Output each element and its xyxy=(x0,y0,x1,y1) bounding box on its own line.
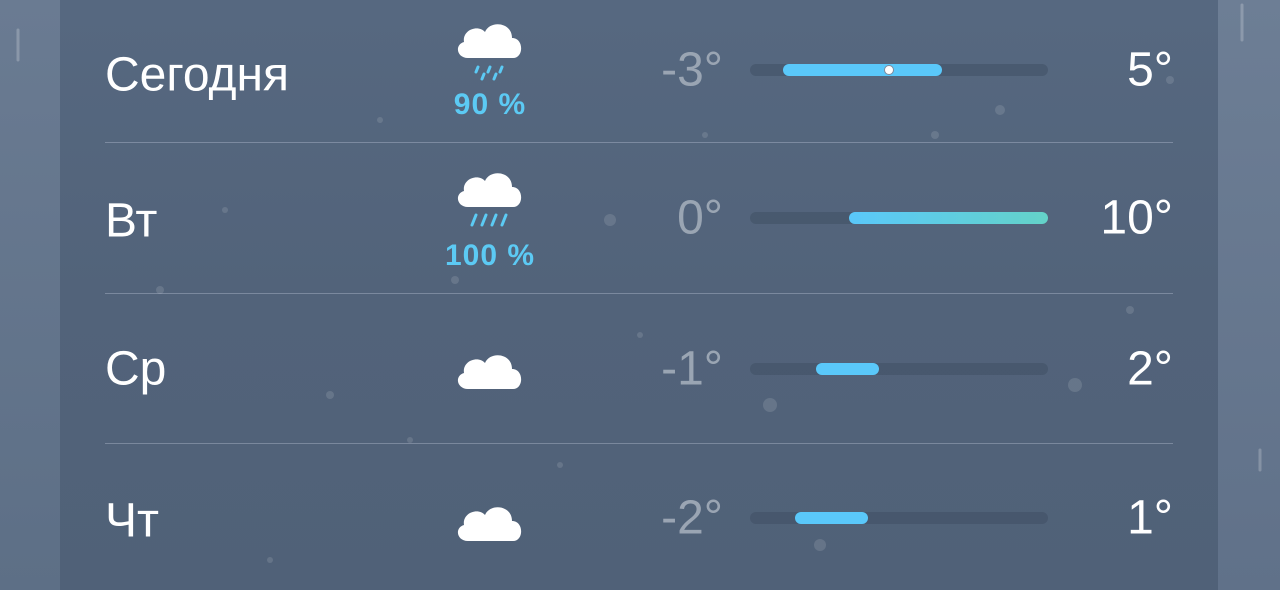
temperature-range-bar xyxy=(750,512,1048,524)
day-label: Ср xyxy=(105,342,167,396)
cloud-rain-icon xyxy=(450,12,530,81)
cloud-icon xyxy=(450,341,530,391)
low-temperature: -1° xyxy=(661,342,723,396)
cloud-icon xyxy=(450,493,530,543)
temperature-range-bar xyxy=(750,212,1048,224)
temperature-range-fill xyxy=(795,512,868,524)
forecast-row[interactable]: Сегодня 90 % -3° 5° xyxy=(105,0,1173,150)
high-temperature: 2° xyxy=(1127,342,1173,396)
day-label: Чт xyxy=(105,494,159,548)
low-temperature: -2° xyxy=(661,491,723,545)
temperature-range-fill xyxy=(816,363,879,375)
background-left-edge xyxy=(0,0,60,590)
forecast-row[interactable]: Вт 100 % 0° 10° xyxy=(105,143,1173,293)
cloud-heavy-rain-icon xyxy=(450,161,530,227)
day-label: Сегодня xyxy=(105,48,289,102)
forecast-row[interactable]: Ср -1° 2° xyxy=(105,294,1173,444)
current-temperature-marker xyxy=(884,65,894,75)
forecast-row[interactable]: Чт -2° 1° xyxy=(105,443,1173,590)
background-right-edge xyxy=(1218,0,1280,590)
temperature-range-fill xyxy=(783,64,942,76)
temperature-range-bar xyxy=(750,363,1048,375)
temperature-range-bar xyxy=(750,64,1048,76)
temperature-range-fill xyxy=(849,212,1048,224)
precipitation-chance: 100 % xyxy=(444,239,536,272)
low-temperature: 0° xyxy=(677,191,723,245)
high-temperature: 1° xyxy=(1127,491,1173,545)
precipitation-chance: 90 % xyxy=(453,88,527,121)
day-label: Вт xyxy=(105,194,158,248)
low-temperature: -3° xyxy=(661,43,723,97)
high-temperature: 10° xyxy=(1100,191,1173,245)
high-temperature: 5° xyxy=(1127,43,1173,97)
